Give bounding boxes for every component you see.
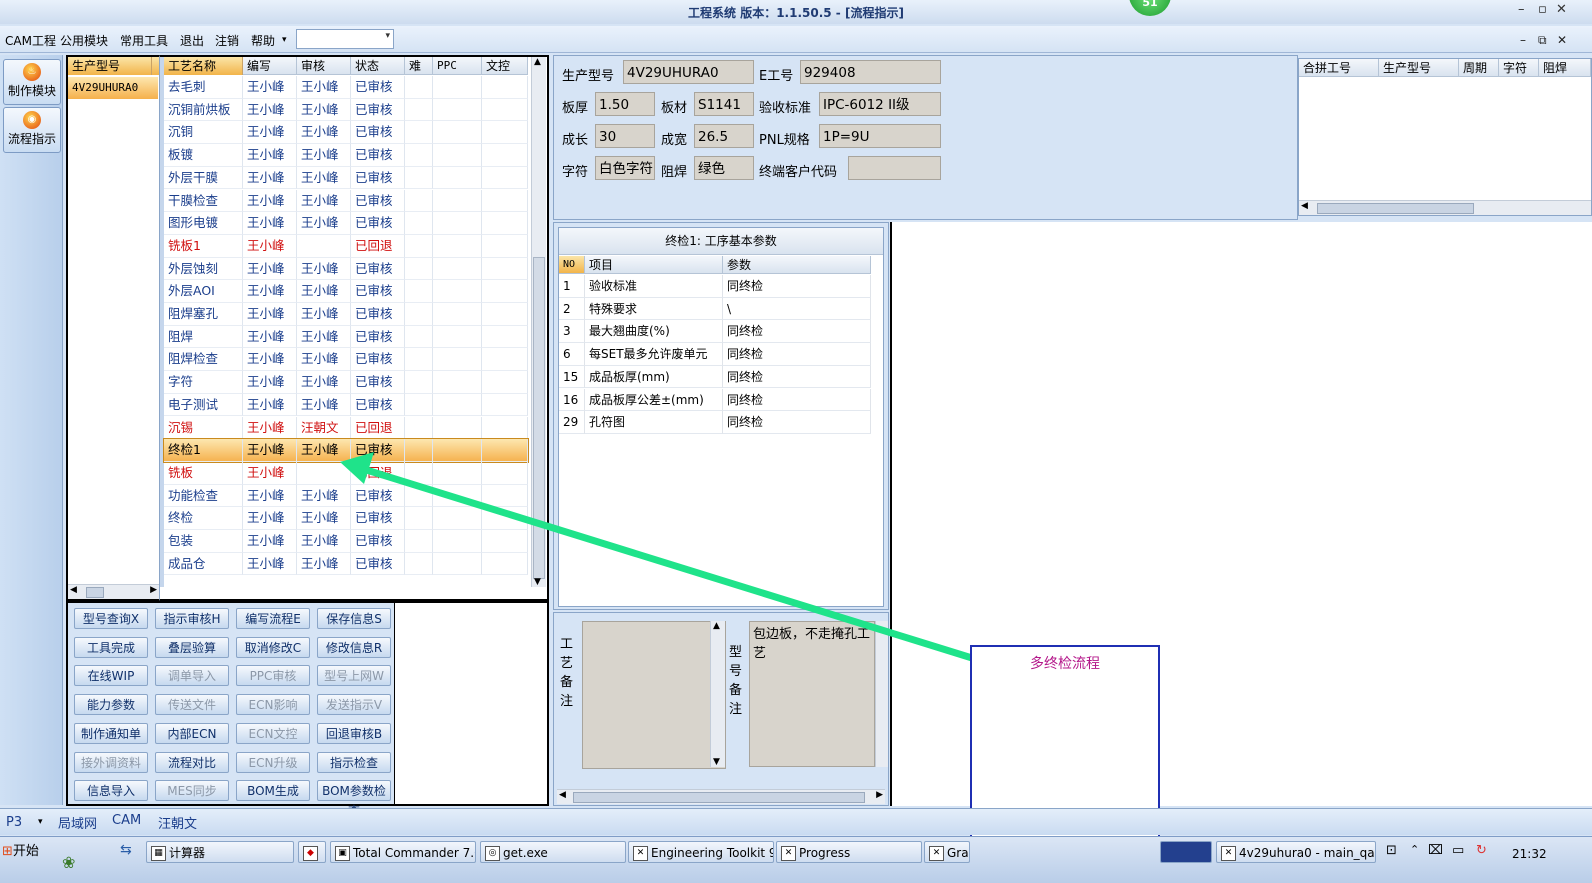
app-icon: ◆: [303, 846, 318, 861]
task-engineering-toolkit[interactable]: ✕Engineering Toolkit 9.0...: [628, 841, 774, 863]
task-label: Total Commander 7.0 ...: [353, 846, 475, 860]
task-label: 4v29uhura0 - main_qa: [1239, 846, 1375, 860]
calculator-icon: ▦: [151, 846, 166, 861]
task-label: Graph: [947, 846, 969, 860]
x-window-icon: ✕: [633, 846, 648, 861]
task-app-icon[interactable]: ◆: [298, 841, 326, 863]
start-label: 开始: [12, 844, 39, 859]
quick-launch-icon[interactable]: ❀: [62, 853, 75, 872]
status-bar: P3 ▾ 局域网 CAM 汪朝文: [0, 808, 1592, 835]
windows-logo-icon: ⊞: [2, 844, 13, 859]
task-label: get.exe: [503, 846, 548, 860]
tray-icon[interactable]: ⊡: [1386, 843, 1397, 858]
task-total-commander[interactable]: ▣Total Commander 7.0 ...: [330, 841, 476, 863]
status-cam: CAM: [112, 813, 142, 828]
x-window-icon: ✕: [1221, 846, 1236, 861]
disk-icon: ▣: [335, 846, 350, 861]
tray-display-icon[interactable]: ▭: [1452, 843, 1464, 858]
task-main-qa[interactable]: ✕ 4v29uhura0 - main_qa: [1216, 841, 1376, 863]
task-label: Engineering Toolkit 9.0...: [651, 846, 773, 860]
status-p3[interactable]: P3: [6, 815, 22, 830]
clock: 21:32: [1512, 847, 1547, 861]
tray-network-icon[interactable]: ⌧: [1428, 843, 1443, 858]
quick-launch-folder-icon[interactable]: ⇆: [120, 842, 132, 858]
arrow-head: [340, 452, 374, 484]
annotation-text: 多终检流程: [1030, 656, 1100, 672]
globe-icon: ◎: [485, 846, 500, 861]
task-label: 计算器: [169, 846, 206, 860]
start-button[interactable]: ⊞开始: [2, 841, 52, 863]
status-network: 局域网: [58, 817, 98, 832]
task-graph[interactable]: ✕Graph: [924, 841, 970, 863]
annotation-arrow: [340, 452, 976, 662]
status-user: 汪朝文: [158, 817, 198, 832]
task-calculator[interactable]: ▦ 计算器: [146, 841, 294, 863]
taskbar: ⊞开始 ❀ ⇆ ▦计算器 ◆ ▣Total Commander 7.0 ... …: [0, 836, 1592, 883]
tray-refresh-icon[interactable]: ↻: [1476, 843, 1487, 858]
task-active[interactable]: [1160, 841, 1212, 863]
x-window-icon: ✕: [929, 846, 944, 861]
arrow-line: [356, 464, 976, 662]
task-progress[interactable]: ✕ Progress: [776, 841, 922, 863]
tray-expand-icon[interactable]: ⌃: [1410, 843, 1419, 856]
task-label: Progress: [799, 846, 851, 860]
status-dropdown-icon[interactable]: ▾: [38, 817, 43, 827]
x-window-icon: ✕: [781, 846, 796, 861]
task-get-exe[interactable]: ◎ get.exe: [480, 841, 626, 863]
